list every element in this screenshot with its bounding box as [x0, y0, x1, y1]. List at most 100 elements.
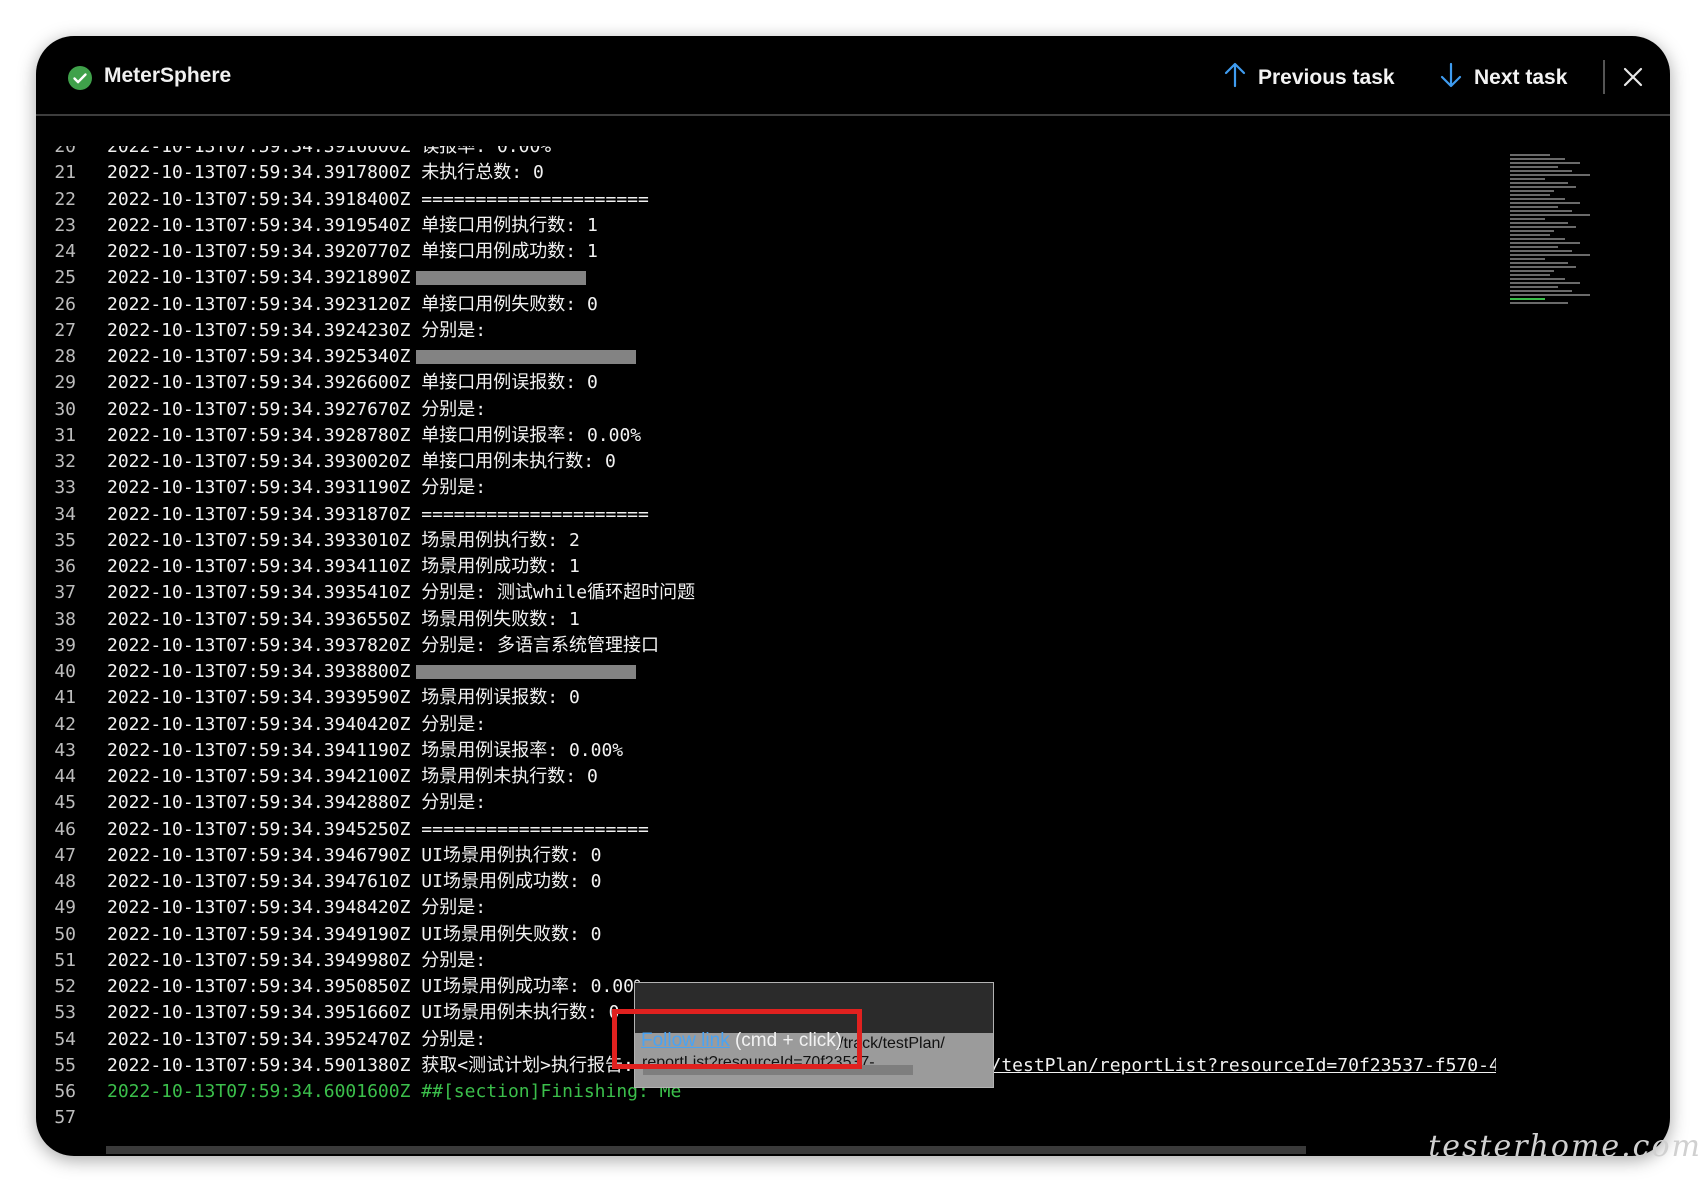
watermark: testerhome.com: [1428, 1129, 1702, 1164]
line-number: 32: [54, 451, 76, 472]
line-text: 2022-10-13T07:59:34.3916600Z 误报率: 0.00%: [107, 146, 551, 160]
line-number: 33: [54, 477, 76, 499]
next-task-button[interactable]: Next task: [1440, 62, 1567, 94]
line-number: 40: [54, 661, 76, 682]
line-number: 20: [54, 146, 76, 157]
line-text-content: 2022-10-13T07:59:34.3951660Z UI场景用例未执行数:…: [107, 1002, 620, 1024]
line-text-content: 2022-10-13T07:59:34.3926600Z 单接口用例误报数: 0: [107, 372, 598, 394]
minimap-line: [1510, 226, 1576, 228]
minimap-line: [1510, 250, 1572, 252]
line-text-content: 2022-10-13T07:59:34.3928780Z 单接口用例误报率: 0…: [107, 424, 642, 446]
line-text-content: 2022-10-13T07:59:34.6001600Z ##[section]…: [107, 1081, 682, 1102]
line-number: 24: [54, 241, 76, 262]
line-text: 2022-10-13T07:59:34.3931870Z ===========…: [107, 502, 649, 528]
previous-task-button[interactable]: Previous task: [1224, 62, 1395, 94]
minimap-line: [1510, 194, 1550, 196]
line-text-content: 2022-10-13T07:59:34.3923120Z 单接口用例失败数: 0: [107, 293, 598, 315]
minimap-line: [1510, 166, 1558, 168]
line-text: 2022-10-13T07:59:34.3928780Z 单接口用例误报率: 0…: [107, 423, 641, 449]
minimap-line: [1510, 162, 1580, 164]
report-link[interactable]: #/track/testPlan/reportList?resourceId=7…: [915, 1055, 1496, 1076]
previous-task-label: Previous task: [1258, 66, 1395, 89]
line-text: 2022-10-13T07:59:34.3950850Z UI场景用例成功率: …: [107, 974, 645, 1000]
line-number: 48: [54, 871, 76, 892]
line-number: 23: [54, 214, 76, 236]
line-text: 2022-10-13T07:59:34.3934110Z 场景用例成功数: 1: [107, 554, 580, 580]
line-number: 41: [54, 687, 76, 709]
line-text: 2022-10-13T07:59:34.3930020Z 单接口用例未执行数: …: [107, 449, 616, 475]
minimap-line: [1510, 234, 1550, 236]
line-text: 2022-10-13T07:59:34.3948420Z 分别是:: [107, 895, 486, 921]
line-text: 2022-10-13T07:59:34.3949190Z UI场景用例失败数: …: [107, 922, 601, 948]
line-text-content: 2022-10-13T07:59:34.3942880Z 分别是:: [107, 792, 487, 814]
line-number: 53: [54, 1002, 76, 1024]
arrow-up-icon: [1224, 62, 1258, 94]
line-text-content: 2022-10-13T07:59:34.3931190Z 分别是:: [107, 477, 487, 499]
line-number: 22: [54, 188, 76, 210]
line-number: 45: [54, 792, 76, 814]
minimap-line: [1510, 230, 1554, 232]
line-number: 56: [54, 1081, 76, 1102]
line-number: 57: [54, 1107, 76, 1129]
line-text-content: 2022-10-13T07:59:34.3940420Z 分别是:: [107, 713, 487, 735]
line-text: 2022-10-13T07:59:34.3918400Z ===========…: [107, 187, 649, 213]
line-number: 21: [54, 162, 76, 184]
line-text-content: 2022-10-13T07:59:34.3947610Z UI场景用例成功数: …: [107, 871, 602, 892]
line-number: 39: [54, 634, 76, 656]
highlight-annotation: [612, 1009, 862, 1069]
minimap-line: [1510, 286, 1558, 288]
line-number: 42: [54, 713, 76, 735]
line-text: 2022-10-13T07:59:34.3942100Z 场景用例未执行数: 0: [107, 764, 598, 790]
line-text: 2022-10-13T07:59:34.3946790Z UI场景用例执行数: …: [107, 843, 601, 869]
line-number: 30: [54, 398, 76, 420]
line-text-content: 2022-10-13T07:59:34.3920770Z 单接口用例成功数: 1: [107, 241, 598, 262]
minimap-line: [1510, 170, 1572, 172]
line-text: 2022-10-13T07:59:34.3927670Z 分别是:: [107, 397, 486, 423]
line-text-content: 2022-10-13T07:59:34.3949190Z UI场景用例失败数: …: [107, 923, 602, 945]
minimap-line: [1510, 202, 1580, 204]
success-check-icon: [68, 66, 92, 90]
line-text-content: 2022-10-13T07:59:34.3949980Z 分别是:: [107, 949, 487, 971]
line-text: 2022-10-13T07:59:34.3939590Z 场景用例误报数: 0: [107, 685, 580, 711]
minimap-line: [1510, 238, 1565, 240]
line-text-content: 2022-10-13T07:59:34.3934110Z 场景用例成功数: 1: [107, 556, 580, 577]
horizontal-scrollbar[interactable]: [106, 1146, 1306, 1154]
line-text-content: 2022-10-13T07:59:34.3918400Z ===========…: [107, 188, 649, 210]
line-text: 2022-10-13T07:59:34.3925340Z: [107, 344, 637, 370]
minimap-line: [1510, 290, 1572, 292]
line-number: 44: [54, 766, 76, 787]
line-number: 29: [54, 372, 76, 394]
minimap-line: [1510, 258, 1545, 260]
line-text-content: 2022-10-13T07:59:34.3931870Z ===========…: [107, 503, 649, 525]
line-text: 2022-10-13T07:59:34.3933010Z 场景用例执行数: 2: [107, 528, 580, 554]
line-number: 51: [54, 949, 76, 971]
line-text: 2022-10-13T07:59:34.3926600Z 单接口用例误报数: 0: [107, 370, 598, 396]
line-text-content: 2022-10-13T07:59:34.3925340Z: [107, 346, 411, 367]
line-text-content: 2022-10-13T07:59:34.3930020Z 单接口用例未执行数: …: [107, 451, 616, 472]
line-text: 2022-10-13T07:59:34.3941190Z 场景用例误报率: 0.…: [107, 738, 623, 764]
line-number: 47: [54, 844, 76, 866]
line-text: 2022-10-13T07:59:34.3951660Z UI场景用例未执行数:…: [107, 1000, 619, 1026]
line-text: 2022-10-13T07:59:34.3942880Z 分别是:: [107, 790, 486, 816]
minimap-line: [1510, 254, 1590, 256]
minimap-line: [1510, 178, 1545, 180]
line-number: 26: [54, 293, 76, 315]
line-number: 35: [54, 529, 76, 551]
line-text: 2022-10-13T07:59:34.3920770Z 单接口用例成功数: 1: [107, 239, 598, 265]
task-title: MeterSphere: [104, 64, 232, 87]
redacted-text: [416, 665, 637, 679]
arrow-down-icon: [1440, 62, 1474, 94]
line-text: 2022-10-13T07:59:34.3940420Z 分别是:: [107, 712, 486, 738]
line-text: 2022-10-13T07:59:34.3952470Z 分别是:: [107, 1027, 486, 1053]
minimap-line: [1510, 266, 1576, 268]
redacted-text: [416, 271, 587, 286]
log-minimap[interactable]: [1510, 154, 1670, 314]
close-button[interactable]: [1620, 64, 1646, 90]
minimap-line: [1510, 190, 1554, 192]
line-text-content: 2022-10-13T07:59:34.5901380Z 获取<测试计划>执行报…: [107, 1054, 645, 1076]
line-text: 2022-10-13T07:59:34.3924230Z 分别是:: [107, 318, 486, 344]
minimap-line: [1510, 262, 1568, 264]
line-text-content: 2022-10-13T07:59:34.3937820Z 分别是: 多语言系统管…: [107, 634, 659, 656]
line-number: 27: [54, 319, 76, 341]
line-text: 2022-10-13T07:59:34.3923120Z 单接口用例失败数: 0: [107, 292, 598, 318]
